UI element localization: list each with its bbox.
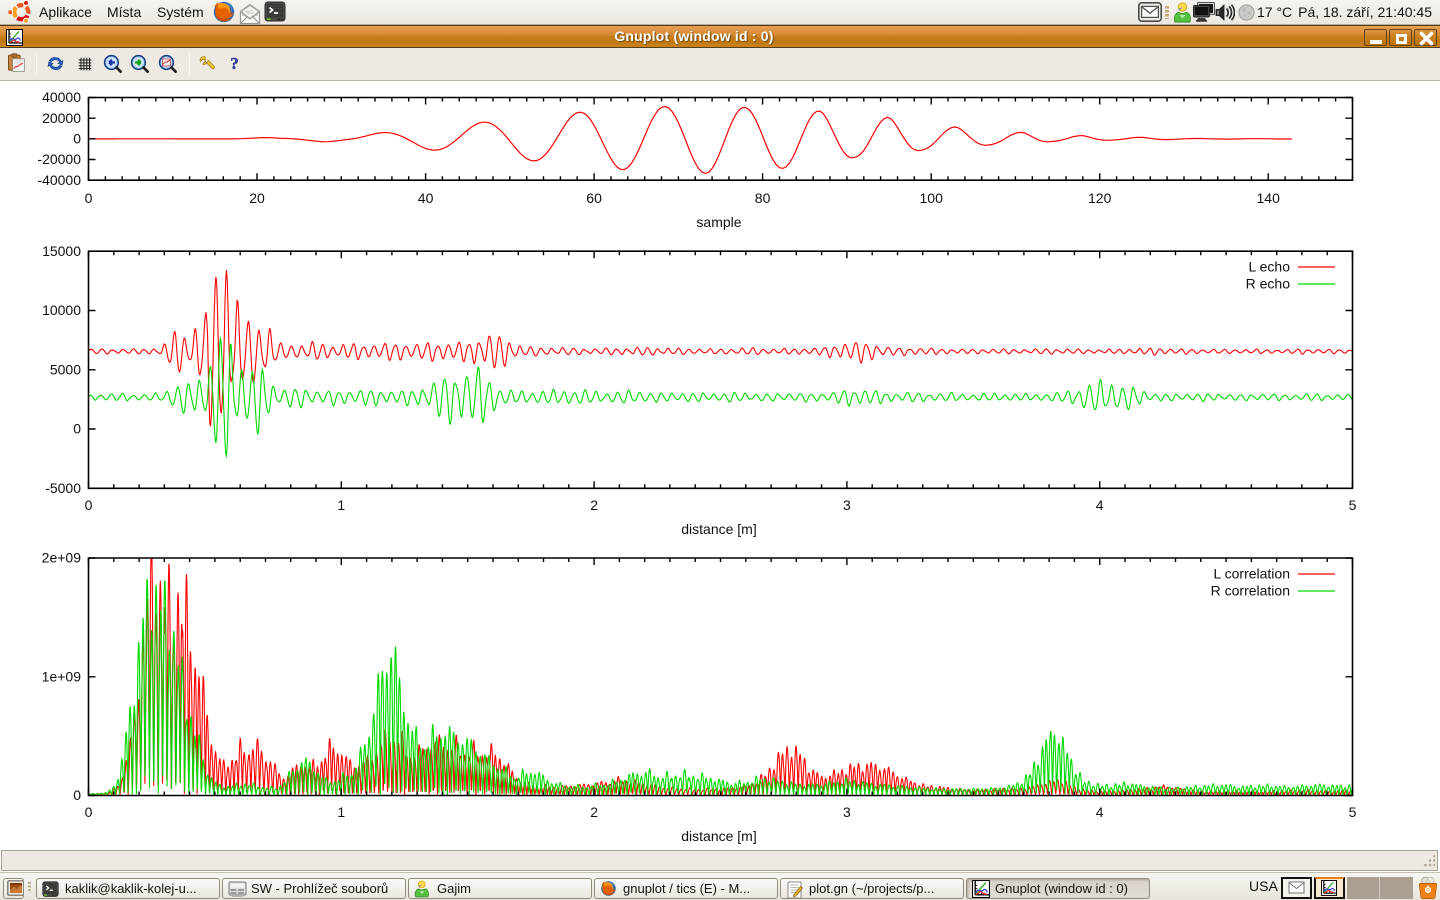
svg-text:?: ? [230,55,239,72]
svg-text:2e+09: 2e+09 [42,550,82,566]
svg-text:0: 0 [73,787,81,803]
svg-text:-5000: -5000 [45,480,81,496]
svg-text:0: 0 [85,497,93,513]
svg-text:-20000: -20000 [37,151,81,167]
svg-text:3: 3 [843,497,851,513]
svg-text:1: 1 [337,497,345,513]
svg-text:20000: 20000 [42,110,81,126]
svg-text:R correlation: R correlation [1211,583,1290,599]
svg-text:140: 140 [1257,190,1281,206]
svg-text:distance [m]: distance [m] [681,521,756,537]
svg-text:40: 40 [418,190,434,206]
svg-text:sample: sample [696,214,741,230]
svg-text:60: 60 [586,190,602,206]
svg-text:L correlation: L correlation [1213,566,1290,582]
svg-text:4: 4 [1096,497,1104,513]
svg-text:10000: 10000 [42,302,81,318]
svg-text:1: 1 [337,804,345,820]
svg-text:0: 0 [85,190,93,206]
svg-text:0: 0 [73,421,81,437]
svg-text:distance [m]: distance [m] [681,828,756,844]
svg-text:5: 5 [1349,804,1357,820]
svg-text:-40000: -40000 [37,172,81,188]
svg-text:1e+09: 1e+09 [42,669,82,685]
svg-text:20: 20 [249,190,265,206]
svg-text:4: 4 [1096,804,1104,820]
svg-text:5000: 5000 [50,361,81,377]
svg-text:2: 2 [590,497,598,513]
svg-text:100: 100 [920,190,944,206]
svg-text:0: 0 [85,804,93,820]
svg-text:15000: 15000 [42,243,81,259]
svg-text:120: 120 [1088,190,1112,206]
svg-text:5: 5 [1349,497,1357,513]
svg-text:40000: 40000 [42,89,81,105]
svg-text:80: 80 [755,190,771,206]
svg-text:R echo: R echo [1246,276,1291,292]
svg-text:0: 0 [73,131,81,147]
svg-text:L echo: L echo [1248,259,1290,275]
svg-text:3: 3 [843,804,851,820]
svg-text:2: 2 [590,804,598,820]
